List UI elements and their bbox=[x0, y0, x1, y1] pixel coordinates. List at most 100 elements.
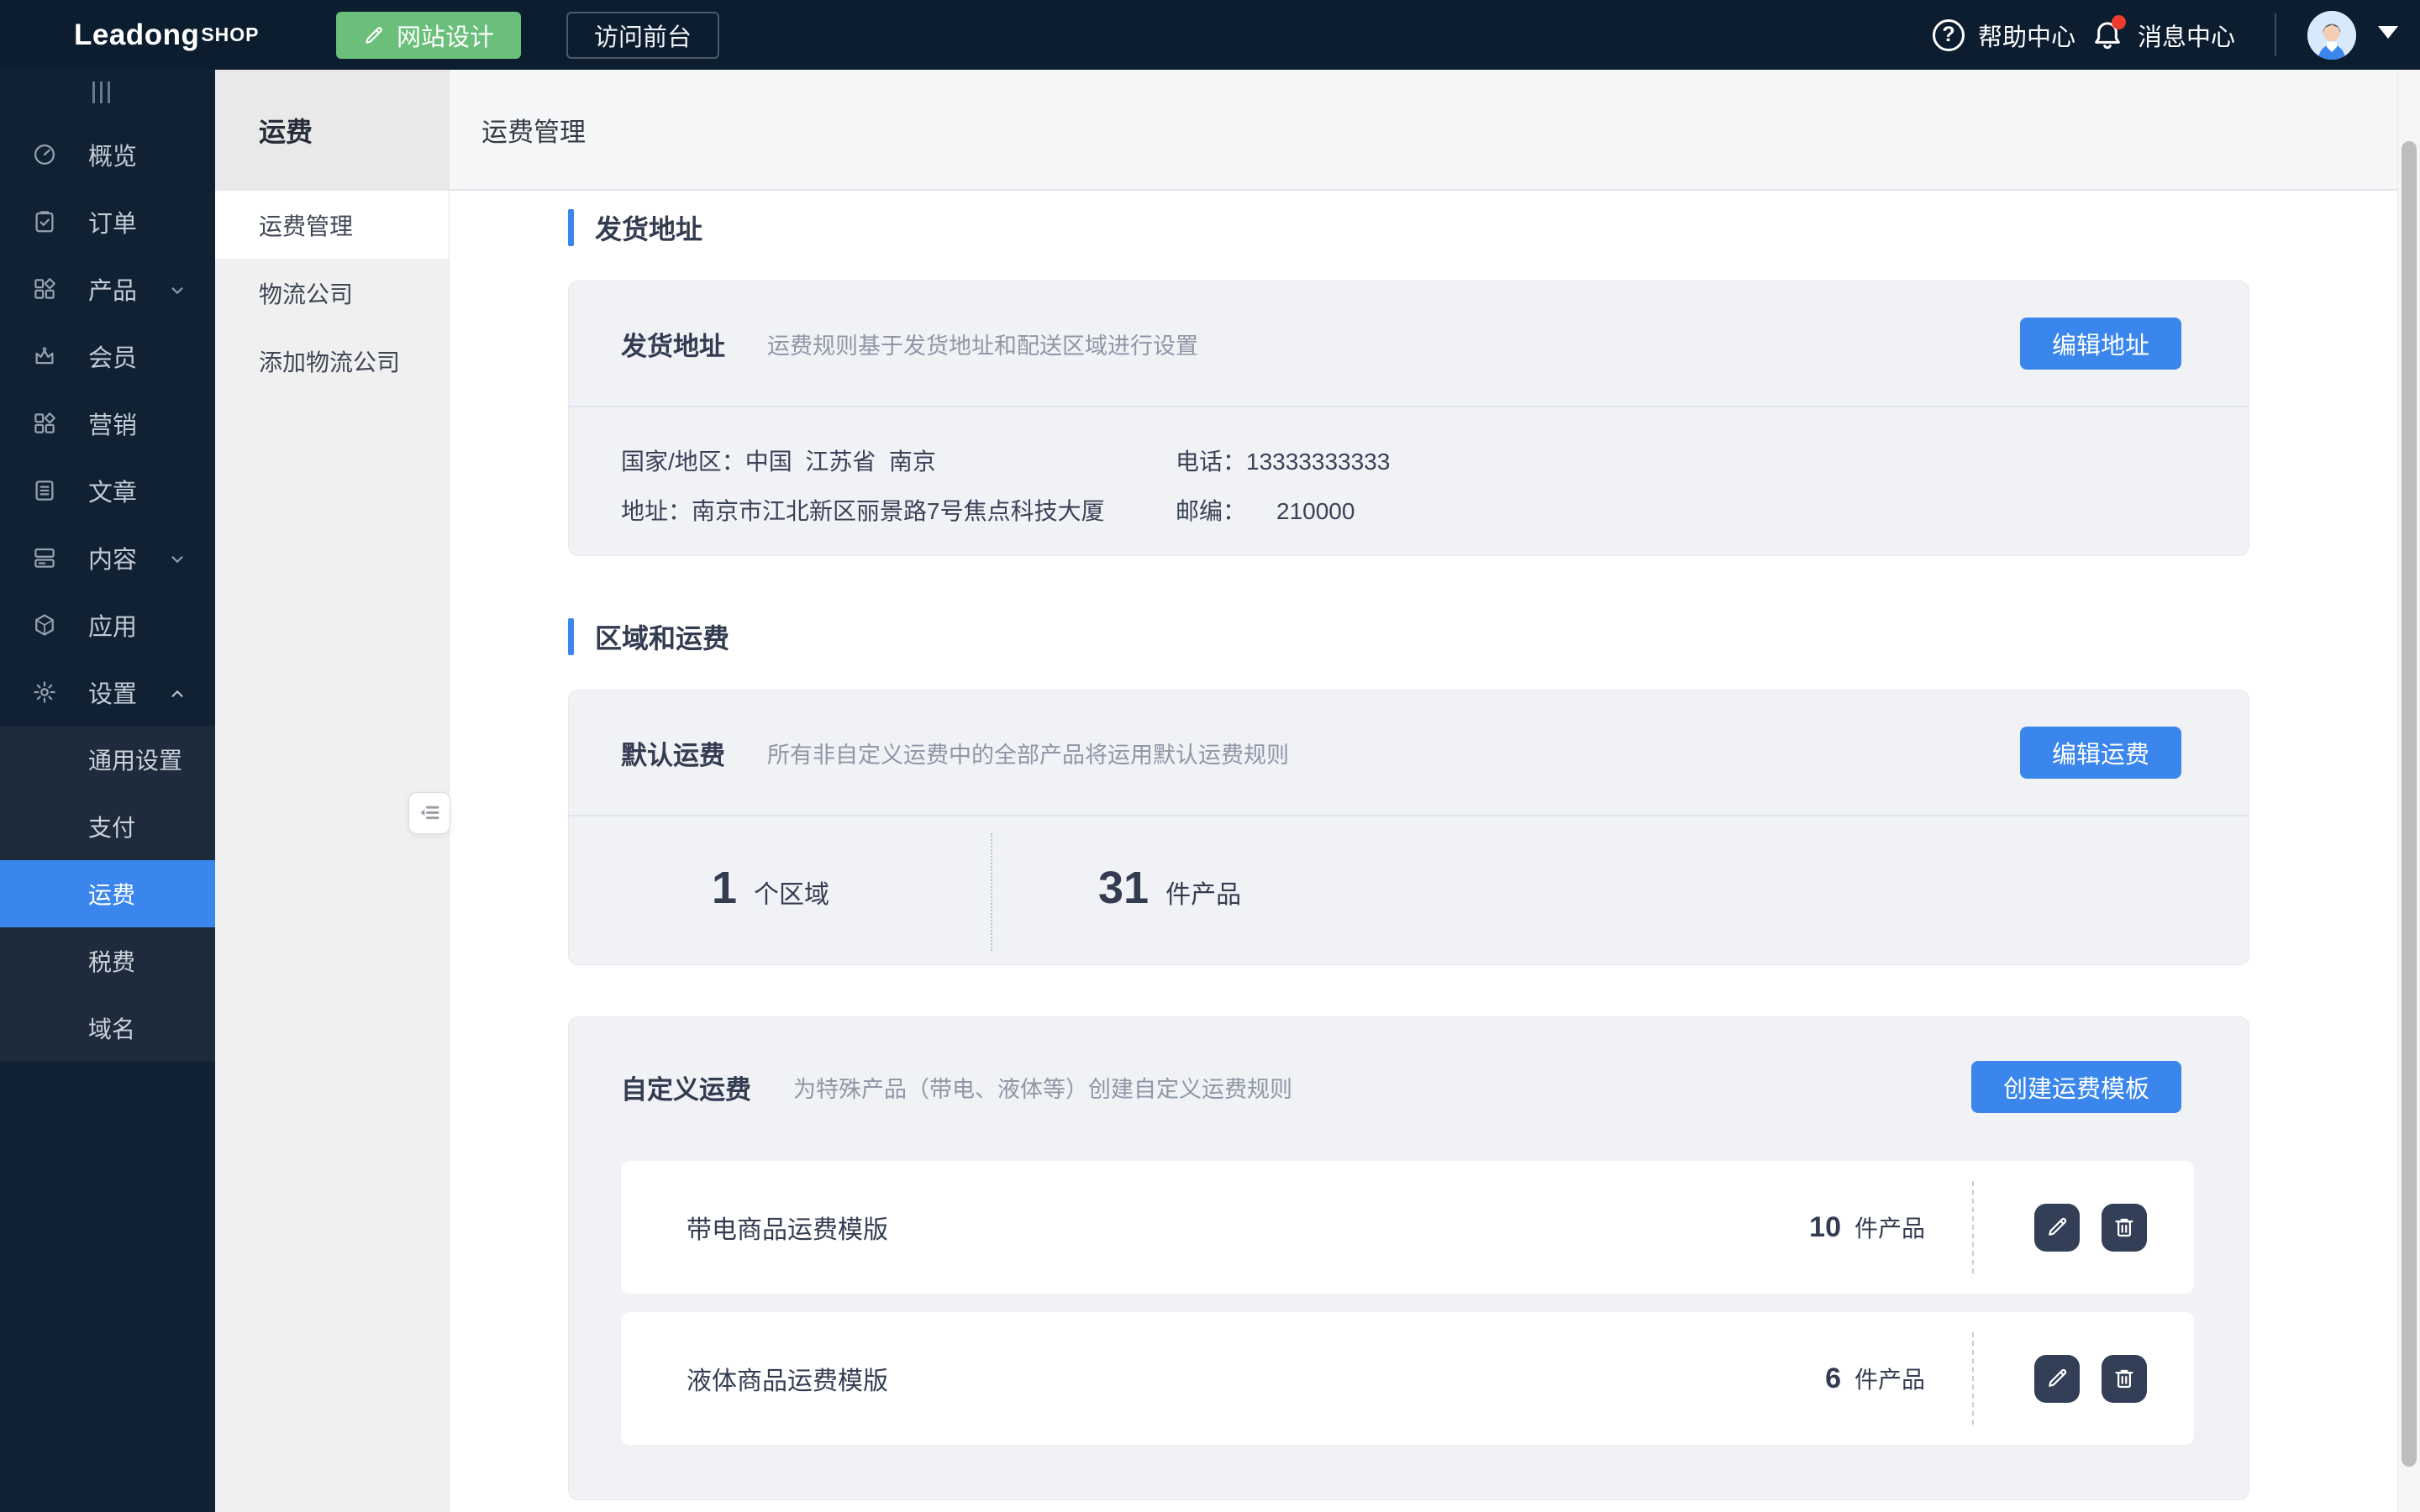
help-center-label: 帮助中心 bbox=[1978, 18, 2075, 53]
zip-value: 210000 bbox=[1276, 498, 1355, 524]
edit-address-label: 编辑地址 bbox=[2052, 326, 2149, 361]
phone-line: 电话：13333333333 bbox=[1176, 444, 1390, 477]
sidebar-item-label: 应用 bbox=[88, 607, 137, 643]
sidebar-item-apps[interactable]: 应用 bbox=[0, 591, 215, 659]
message-center-link[interactable]: 消息中心 bbox=[2091, 0, 2235, 70]
site-design-button[interactable]: 网站设计 bbox=[336, 12, 521, 59]
submenu-item-domain[interactable]: 域名 bbox=[0, 995, 215, 1062]
section-accent-bar bbox=[568, 209, 574, 246]
sidebar-item-overview[interactable]: 概览 bbox=[0, 121, 215, 188]
submenu-item-payment[interactable]: 支付 bbox=[0, 793, 215, 860]
message-center-label: 消息中心 bbox=[2138, 18, 2235, 53]
subsidebar-item-freight-management[interactable]: 运费管理 bbox=[215, 191, 449, 259]
template-product-unit: 件产品 bbox=[1854, 1362, 1925, 1395]
zone-count-stat: 1 个区域 bbox=[712, 862, 829, 914]
delete-template-button[interactable] bbox=[2102, 1355, 2147, 1403]
trash-icon bbox=[2112, 1366, 2137, 1391]
sidebar-item-members[interactable]: 会员 bbox=[0, 323, 215, 390]
row-divider bbox=[1972, 1332, 1974, 1425]
submenu-item-label: 运费 bbox=[88, 877, 135, 911]
submenu-item-label: 域名 bbox=[88, 1011, 135, 1045]
sidebar-item-label: 订单 bbox=[88, 204, 137, 239]
submenu-item-freight[interactable]: 运费 bbox=[0, 860, 215, 927]
sidebar-item-label: 设置 bbox=[88, 675, 137, 710]
subsidebar-item-label: 运费管理 bbox=[259, 208, 353, 242]
shipping-address-card-header: 发货地址 运费规则基于发货地址和配送区域进行设置 编辑地址 bbox=[569, 281, 2249, 407]
sidebar-item-label: 文章 bbox=[88, 473, 137, 508]
submenu-item-general-settings[interactable]: 通用设置 bbox=[0, 726, 215, 793]
marketing-blocks-icon bbox=[32, 411, 57, 436]
sidebar-item-orders[interactable]: 订单 bbox=[0, 188, 215, 255]
address-label: 地址： bbox=[621, 498, 692, 524]
submenu-item-label: 通用设置 bbox=[88, 743, 182, 776]
question-circle-icon: ? bbox=[1933, 19, 1965, 51]
product-count-value: 31 bbox=[1098, 862, 1149, 914]
zip-line: 邮编： 210000 bbox=[1176, 493, 1355, 527]
pencil-icon bbox=[363, 24, 385, 46]
gear-icon bbox=[32, 680, 57, 705]
country-label: 国家/地区： bbox=[621, 449, 745, 475]
notification-dot bbox=[2112, 15, 2126, 29]
edit-address-button[interactable]: 编辑地址 bbox=[2020, 318, 2181, 370]
row-divider bbox=[1972, 1181, 1974, 1273]
card-title: 自定义运费 bbox=[621, 1068, 751, 1106]
edit-freight-button[interactable]: 编辑运费 bbox=[2020, 727, 2181, 779]
logo-text-primary: Leadong bbox=[74, 18, 199, 52]
sidebar-collapse-handle[interactable] bbox=[92, 81, 110, 103]
create-freight-template-button[interactable]: 创建运费模板 bbox=[1971, 1061, 2181, 1113]
template-product-count: 10 bbox=[1782, 1211, 1841, 1244]
zone-count-unit: 个区域 bbox=[754, 874, 829, 911]
site-design-label: 网站设计 bbox=[397, 18, 494, 53]
zip-label: 邮编： bbox=[1176, 498, 1246, 524]
sidebar-item-products[interactable]: 产品 bbox=[0, 255, 215, 323]
delete-template-button[interactable] bbox=[2102, 1204, 2147, 1252]
zone-count-value: 1 bbox=[712, 862, 737, 914]
edit-template-button[interactable] bbox=[2034, 1355, 2080, 1403]
section-accent-bar bbox=[568, 618, 574, 655]
product-count-stat: 31 件产品 bbox=[1098, 862, 1241, 914]
vertical-scrollbar-thumb[interactable] bbox=[2402, 141, 2417, 1467]
default-freight-card: 默认运费 所有非自定义运费中的全部产品将运用默认运费规则 编辑运费 1 个区域 … bbox=[568, 690, 2249, 965]
country-value: 中国 江苏省 南京 bbox=[745, 449, 936, 475]
address-value: 南京市江北新区丽景路7号焦点科技大厦 bbox=[692, 498, 1105, 524]
submenu-item-tax[interactable]: 税费 bbox=[0, 927, 215, 995]
card-description: 为特殊产品（带电、液体等）创建自定义运费规则 bbox=[793, 1071, 1971, 1104]
phone-value: 13333333333 bbox=[1246, 449, 1390, 475]
bell-icon bbox=[2091, 18, 2124, 52]
sidebar-item-label: 营销 bbox=[88, 406, 137, 441]
card-title: 发货地址 bbox=[621, 325, 725, 363]
content-layout-icon bbox=[32, 545, 57, 570]
custom-freight-card: 自定义运费 为特殊产品（带电、液体等）创建自定义运费规则 创建运费模板 带电商品… bbox=[568, 1016, 2249, 1500]
subsidebar-item-logistics-company[interactable]: 物流公司 bbox=[215, 259, 449, 327]
sidebar-item-settings[interactable]: 设置 bbox=[0, 659, 215, 726]
edit-template-button[interactable] bbox=[2034, 1204, 2080, 1252]
main-sidebar: 概览 订单 产品 会员 营销 文章 内容 bbox=[0, 70, 215, 1512]
pencil-icon bbox=[2044, 1215, 2070, 1240]
visit-storefront-button[interactable]: 访问前台 bbox=[566, 12, 719, 59]
crown-icon bbox=[32, 344, 57, 369]
chevron-down-icon bbox=[168, 281, 187, 300]
collapse-panel-button[interactable] bbox=[408, 792, 450, 834]
subsidebar-item-add-logistics-company[interactable]: 添加物流公司 bbox=[215, 327, 449, 395]
create-freight-template-label: 创建运费模板 bbox=[2003, 1069, 2149, 1105]
template-product-count: 6 bbox=[1782, 1362, 1841, 1395]
phone-label: 电话： bbox=[1176, 449, 1246, 475]
edit-freight-label: 编辑运费 bbox=[2052, 735, 2149, 770]
vertical-scrollbar-track[interactable] bbox=[2397, 70, 2420, 1512]
freight-subsidebar: 运费 运费管理 物流公司 添加物流公司 bbox=[215, 70, 450, 1512]
page-header: 运费管理 bbox=[450, 70, 2420, 191]
country-line: 国家/地区：中国 江苏省 南京 bbox=[621, 444, 936, 477]
help-center-link[interactable]: ? 帮助中心 bbox=[1933, 0, 2075, 70]
account-dropdown-caret[interactable] bbox=[2378, 26, 2398, 39]
address-line: 地址：南京市江北新区丽景路7号焦点科技大厦 bbox=[621, 493, 1105, 527]
sidebar-item-marketing[interactable]: 营销 bbox=[0, 390, 215, 457]
main-nav: 概览 订单 产品 会员 营销 文章 内容 bbox=[0, 121, 215, 1062]
subsidebar-item-label: 物流公司 bbox=[259, 276, 353, 310]
sidebar-item-articles[interactable]: 文章 bbox=[0, 457, 215, 524]
subsidebar-title: 运费 bbox=[215, 70, 449, 191]
user-avatar[interactable] bbox=[2307, 11, 2356, 60]
submenu-item-label: 支付 bbox=[88, 810, 135, 843]
logo-text-secondary: SHOP bbox=[201, 24, 259, 46]
section-title-text: 发货地址 bbox=[595, 208, 702, 247]
sidebar-item-content[interactable]: 内容 bbox=[0, 524, 215, 591]
